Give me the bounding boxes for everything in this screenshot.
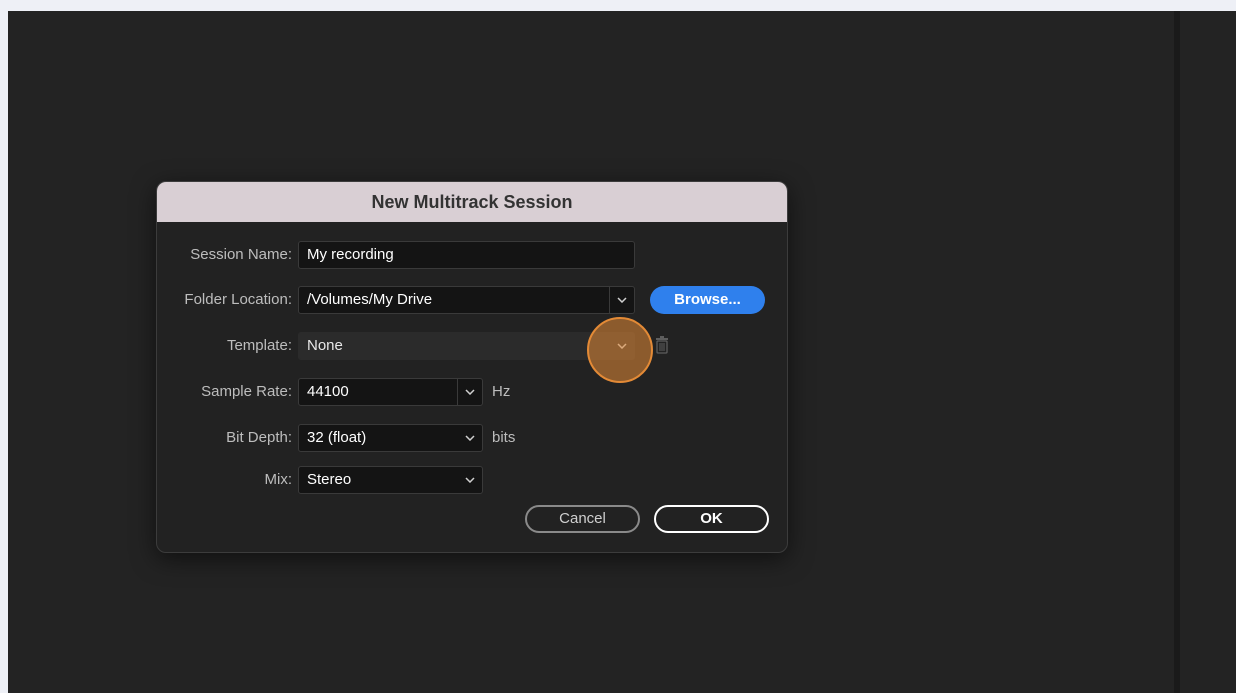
template-select[interactable]: None — [298, 332, 635, 360]
session-name-input[interactable]: My recording — [298, 241, 635, 269]
mix-label: Mix: — [264, 471, 293, 488]
session-name-row: Session Name: My recording — [157, 241, 787, 269]
bit-depth-row: Bit Depth: 32 (float) bits — [157, 424, 787, 452]
panel-divider[interactable] — [1174, 11, 1180, 693]
mix-row: Mix: Stereo — [157, 466, 787, 494]
sample-rate-label: Sample Rate: — [201, 383, 292, 400]
mix-value: Stereo — [307, 471, 352, 488]
folder-location-value: /Volumes/My Drive — [307, 291, 433, 308]
chevron-down-icon[interactable] — [457, 379, 482, 405]
ok-button[interactable]: OK — [654, 505, 769, 533]
template-row: Template: None — [157, 332, 787, 360]
session-name-label: Session Name: — [190, 246, 292, 263]
chevron-down-icon[interactable] — [609, 287, 634, 313]
sample-rate-unit: Hz — [492, 383, 511, 400]
bit-depth-value: 32 (float) — [307, 429, 367, 446]
chevron-down-icon[interactable] — [458, 425, 482, 451]
click-highlight-marker — [587, 317, 653, 383]
bit-depth-unit: bits — [492, 429, 516, 446]
new-multitrack-session-dialog: New Multitrack Session Session Name: My … — [156, 181, 788, 553]
cancel-button[interactable]: Cancel — [525, 505, 640, 533]
folder-location-select[interactable]: /Volumes/My Drive — [298, 286, 635, 314]
trash-icon[interactable] — [655, 336, 669, 354]
browse-button[interactable]: Browse... — [650, 286, 765, 314]
bit-depth-label: Bit Depth: — [226, 429, 292, 446]
template-label: Template: — [226, 337, 292, 354]
folder-location-label: Folder Location: — [184, 291, 292, 308]
sample-rate-select[interactable]: 44100 — [298, 378, 483, 406]
template-value: None — [307, 337, 343, 354]
chevron-down-icon[interactable] — [458, 467, 482, 493]
sample-rate-row: Sample Rate: 44100 Hz — [157, 378, 787, 406]
dialog-title: New Multitrack Session — [157, 182, 787, 222]
bit-depth-select[interactable]: 32 (float) — [298, 424, 483, 452]
mix-select[interactable]: Stereo — [298, 466, 483, 494]
sample-rate-value: 44100 — [307, 383, 349, 400]
